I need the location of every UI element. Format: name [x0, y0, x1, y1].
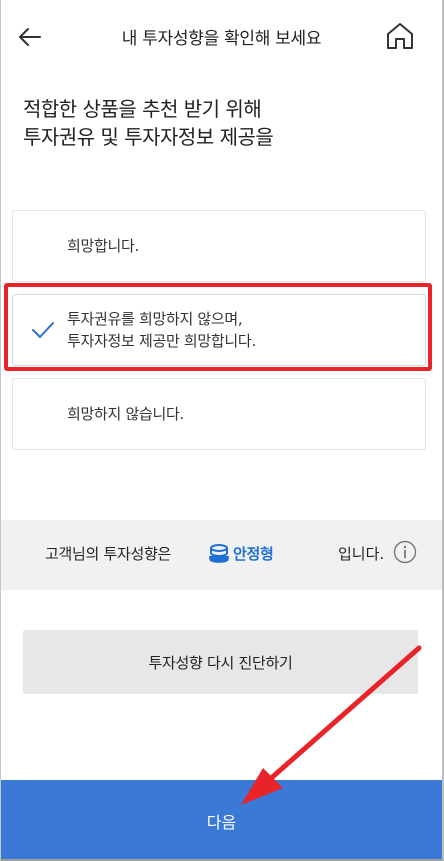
- home-icon: [387, 23, 413, 49]
- option-label: 투자권유를 희망하지 않으며, 투자자정보 제공만 희망합니다.: [67, 308, 256, 352]
- option-decline[interactable]: 희망하지 않습니다.: [12, 378, 426, 450]
- investment-type: 안정형: [233, 545, 274, 563]
- checkmark-icon: [32, 322, 54, 338]
- option-label-line: 투자자정보 제공만 희망합니다.: [67, 332, 256, 350]
- home-button[interactable]: [384, 20, 416, 52]
- option-label: 희망합니다.: [67, 235, 139, 257]
- result-band: 고객님의 투자성향은 안정형 입니다.: [1, 520, 442, 590]
- option-agree[interactable]: 희망합니다.: [12, 210, 426, 282]
- retry-assessment-button[interactable]: 투자성향 다시 진단하기: [23, 630, 418, 694]
- option-label-line: 희망합니다.: [67, 237, 139, 255]
- option-label-line: 투자권유를 희망하지 않으며,: [67, 310, 243, 328]
- option-label-line: 희망하지 않습니다.: [67, 405, 184, 423]
- result-suffix: 입니다.: [338, 545, 385, 563]
- page-title: 내 투자성향을 확인해 보세요: [121, 29, 322, 49]
- info-icon[interactable]: [393, 540, 417, 564]
- result-prefix: 고객님의 투자성향은: [45, 545, 171, 563]
- header: 내 투자성향을 확인해 보세요: [1, 0, 442, 72]
- heading-line-1: 적합한 상품을 추천 받기 위해: [23, 97, 262, 121]
- stacked-coins-icon: [209, 544, 229, 563]
- app-screen: 내 투자성향을 확인해 보세요 적합한 상품을 추천 받기 위해 투자권유 및 …: [0, 0, 444, 861]
- option-list: 희망합니다. 투자권유를 희망하지 않으며, 투자자정보 제공만 희망합니다. …: [12, 210, 426, 462]
- next-button[interactable]: 다음: [1, 780, 442, 859]
- heading-line-2: 투자권유 및 투자자정보 제공을: [23, 125, 274, 149]
- heading: 적합한 상품을 추천 받기 위해 투자권유 및 투자자정보 제공을: [23, 95, 274, 151]
- option-label: 희망하지 않습니다.: [67, 403, 184, 425]
- option-info-only[interactable]: 투자권유를 희망하지 않으며, 투자자정보 제공만 희망합니다.: [12, 294, 426, 366]
